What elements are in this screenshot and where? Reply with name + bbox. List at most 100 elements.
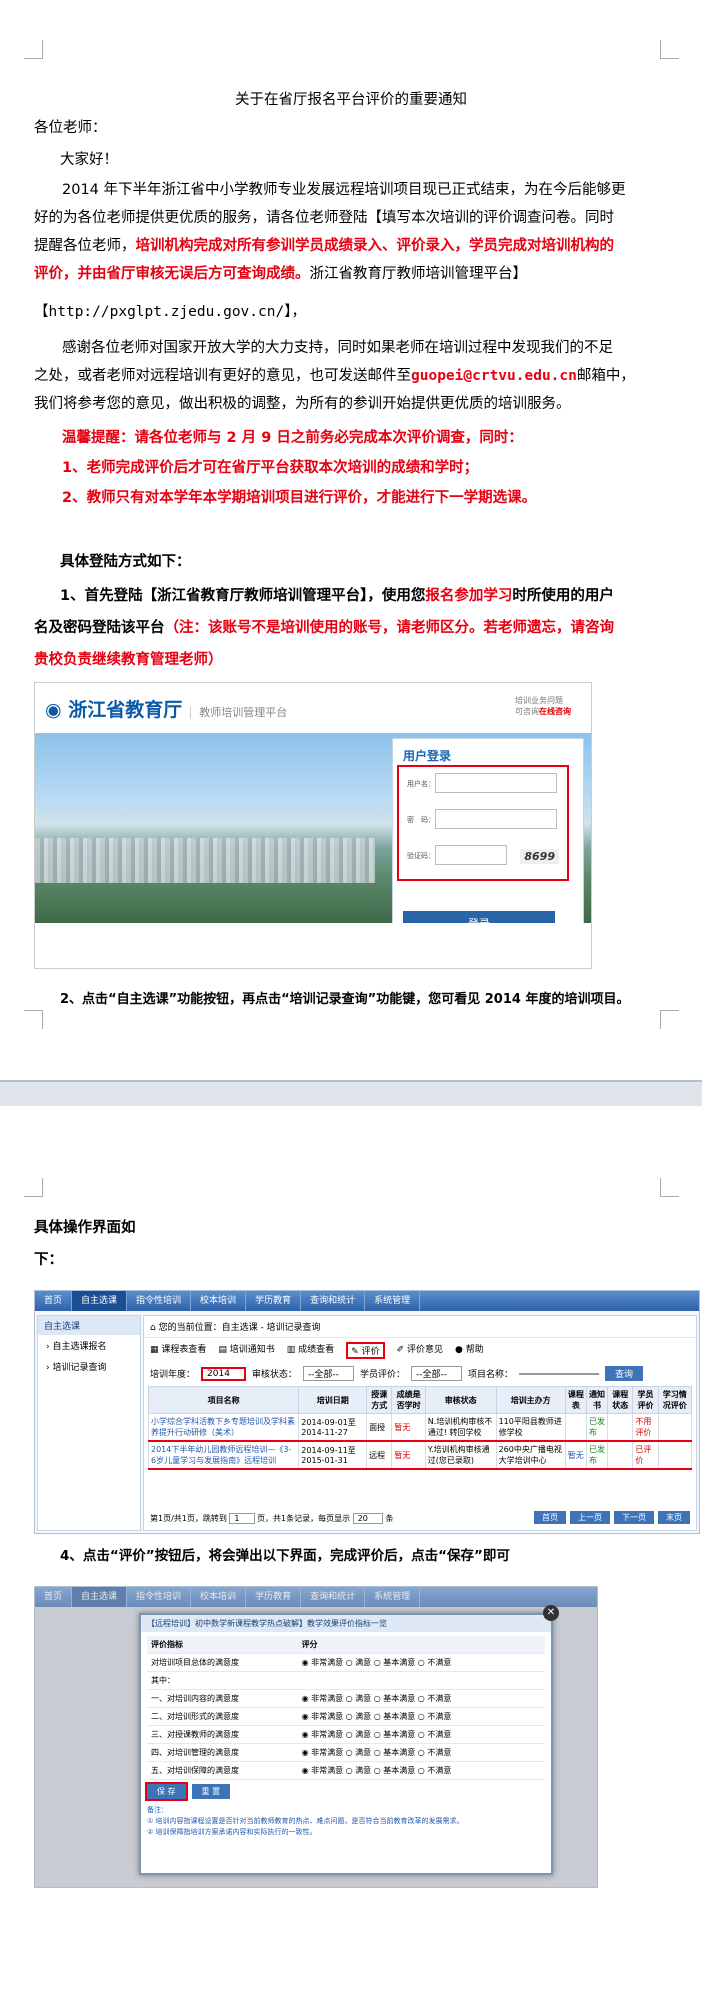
- record-list-screenshot: 首页 自主选课 指令性培训 校本培训 学历教育 查询和统计 系统管理 自主选课 …: [34, 1290, 700, 1534]
- nav-stats[interactable]: 查询和统计: [301, 1291, 366, 1311]
- login-heading: 具体登陆方式如下：: [60, 554, 191, 570]
- sidebar-item-records[interactable]: › 培训记录查询: [38, 1356, 140, 1377]
- document-page-1: 关于在省厅报名平台评价的重要通知 各位老师： 大家好！ 2014 年下半年浙江省…: [0, 0, 702, 1080]
- next-page-button[interactable]: 下一页: [614, 1511, 654, 1524]
- nav-directive[interactable]: 指令性培训: [127, 1291, 192, 1311]
- step1-line2: 名及密码登陆该平台（注：该账号不是培训使用的账号，请老师区分。若老师遗忘，请咨询: [34, 620, 614, 636]
- table-row[interactable]: 小学综合学科活教下乡专题培训及学科素养提升行动研修（美术） 2014-09-01至…: [147, 1413, 693, 1442]
- document-title: 关于在省厅报名平台评价的重要通知: [235, 92, 467, 108]
- warm-reminder: 温馨提醒：请各位老师与 2 月 9 日之前务必完成本次评价调查，同时：: [62, 430, 523, 446]
- top-nav: 首页 自主选课 指令性培训 校本培训 学历教育 查询和统计 系统管理: [35, 1291, 699, 1311]
- online-consult-link[interactable]: 在线咨询: [539, 707, 571, 716]
- step4: 4、点击“评价”按钮后，将会弹出以下界面，完成评价后，点击“保存”即可: [60, 1548, 510, 1564]
- password-input[interactable]: [435, 809, 557, 829]
- prev-page-button[interactable]: 上一页: [570, 1511, 610, 1524]
- audit-label: 审核状态：: [251, 1370, 297, 1380]
- sidebar-item-enroll[interactable]: › 自主选课报名: [38, 1335, 140, 1356]
- year-select[interactable]: 2014: [201, 1366, 246, 1381]
- portal-logo: ◉ 浙江省教育厅 教师培训管理平台: [45, 699, 288, 721]
- platform-url[interactable]: 【http://pxglpt.zjedu.gov.cn/】，: [34, 302, 306, 322]
- close-icon[interactable]: ✕: [543, 1605, 559, 1621]
- save-button[interactable]: 保 存: [145, 1782, 188, 1801]
- evaluation-screenshot: 首页 自主选课 指令性培训 校本培训 学历教育 查询和统计 系统管理 ✕ 【远程培训】初中数…: [34, 1586, 598, 1888]
- project-label: 项目名称：: [467, 1370, 513, 1380]
- captcha-label: 验证码：: [407, 852, 435, 860]
- login-panel: 用户登录 用户名： 密 码： 验证码： 8699 登录: [392, 738, 584, 937]
- filter-bar: 培训年度： 2014 审核状态： --全部-- 学员评价： --全部-- 项目名…: [144, 1363, 696, 1384]
- rating-row[interactable]: 一、对培训内容的满意度 ◉ 非常满意 ○ 满意 ○ 基本满意 ○ 不满意: [147, 1689, 545, 1708]
- op-heading-line2: 下：: [34, 1252, 63, 1268]
- table-row[interactable]: 2014下半年幼儿园教师远程培训—《3-6岁儿童学习与发展指南》远程培训 2014…: [147, 1440, 693, 1470]
- page-corner-mark: [24, 1178, 43, 1197]
- login-highlight-box: 用户名： 密 码： 验证码： 8699: [397, 765, 569, 881]
- help-info: 培训业务问题 可咨询在线咨询: [515, 696, 571, 716]
- home-icon: ⌂: [150, 1323, 159, 1333]
- username-input[interactable]: [435, 773, 557, 793]
- evaluate-button[interactable]: ✎ 评价: [346, 1342, 385, 1359]
- page-corner-mark: [24, 40, 43, 59]
- para2-line1: 感谢各位老师对国家开放大学的大力支持，同时如果老师在培训过程中发现我们的不足: [62, 340, 613, 356]
- page-corner-mark: [660, 1178, 679, 1197]
- pager: 第1页/共1页，跳转到 1 页，共1条记录，每页显示 20 条 首页 上一页 下…: [150, 1511, 690, 1524]
- hello: 大家好！: [60, 152, 118, 168]
- reset-button[interactable]: 重 置: [191, 1784, 231, 1799]
- main-panel: ⌂ 您的当前位置：自主选课 - 培训记录查询 ▦ 课程表查看 ▤ 培训通知书 ▥…: [143, 1315, 697, 1531]
- warm-item-1: 1、老师完成评价后才可在省厅平台获取本次培训的成绩和学时；: [62, 460, 479, 476]
- rating-row[interactable]: 二、对培训形式的满意度 ◉ 非常满意 ○ 满意 ○ 基本满意 ○ 不满意: [147, 1707, 545, 1726]
- nav-system[interactable]: 系统管理: [365, 1291, 421, 1311]
- opinion-button[interactable]: ✐ 评价意见: [397, 1342, 443, 1359]
- warm-item-2: 2、教师只有对本学年本学期培训项目进行评价，才能进行下一学期选课。: [62, 490, 537, 506]
- captcha-input[interactable]: [435, 845, 507, 865]
- nav-self-select[interactable]: 自主选课: [72, 1291, 128, 1311]
- breadcrumb: ⌂ 您的当前位置：自主选课 - 培训记录查询: [144, 1316, 696, 1338]
- dialog-notes: 备注： ① 培训内容指课程设置是否针对当前教师教育的热点、难点问题，是否符合当前…: [147, 1806, 464, 1836]
- para2-line2: 之处，或者老师对远程培训有更好的意见，也可发送邮件至guopei@crtvu.e…: [34, 368, 635, 384]
- rating-row[interactable]: 五、对培训保障的满意度 ◉ 非常满意 ○ 满意 ○ 基本满意 ○ 不满意: [147, 1761, 545, 1780]
- first-page-button[interactable]: 首页: [534, 1511, 566, 1524]
- evaluation-dialog: ✕ 【远程培训】初中数学新课程教学热点破解】教学效果评价指标一览 评价指标 评分 …: [139, 1605, 559, 1875]
- rating-row[interactable]: 三、对授课教师的满意度 ◉ 非常满意 ○ 满意 ○ 基本满意 ○ 不满意: [147, 1725, 545, 1744]
- para2-line3: 我们将参考您的意见，做出积极的调整，为所有的参训开始提供更优质的培训服务。: [34, 396, 571, 412]
- record-table: 项目名称 培训日期 授课方式 成绩是否学时 审核状态 培训主办方 课程表 通知书 课程状态 学员评…: [147, 1386, 693, 1470]
- captcha-image[interactable]: 8699: [520, 849, 559, 864]
- page-corner-mark: [24, 1010, 43, 1029]
- query-button[interactable]: 查询: [604, 1366, 643, 1381]
- step1-line3: 贵校负责继续教育管理老师）: [34, 652, 223, 668]
- step2: 2、点击“自主选课”功能按钮，再点击“培训记录查询”功能键，您可看见 2014 …: [60, 992, 630, 1007]
- rating-row[interactable]: 四、对培训管理的满意度 ◉ 非常满意 ○ 满意 ○ 基本满意 ○ 不满意: [147, 1743, 545, 1762]
- toolbar: ▦ 课程表查看 ▤ 培训通知书 ▥ 成绩查看 ✎ 评价 ✐ 评价意见 ● 帮助: [144, 1338, 696, 1363]
- para1-line3: 提醒各位老师，培训机构完成对所有参训学员成绩录入、评价录入，学员完成对培训机构的: [34, 238, 614, 254]
- notice-button[interactable]: ▤ 培训通知书: [218, 1342, 274, 1359]
- help-button[interactable]: ● 帮助: [455, 1342, 484, 1359]
- para1-line1: 2014 年下半年浙江省中小学教师专业发展远程培训项目现已正式结束，为在今后能够…: [62, 182, 626, 198]
- nav-school[interactable]: 校本培训: [191, 1291, 247, 1311]
- sidebar: 自主选课 › 自主选课报名 › 培训记录查询: [37, 1315, 141, 1531]
- greeting: 各位老师：: [34, 120, 107, 136]
- page-corner-mark: [660, 40, 679, 59]
- para1-line4: 评价，并由省厅审核无误后方可查询成绩。浙江省教育厅教师培训管理平台】: [34, 266, 527, 282]
- score-button[interactable]: ▥ 成绩查看: [287, 1342, 334, 1359]
- email-link[interactable]: guopei@crtvu.edu.cn: [411, 368, 577, 384]
- page-input[interactable]: 1: [229, 1513, 255, 1524]
- top-nav-dimmed: 首页 自主选课 指令性培训 校本培训 学历教育 查询和统计 系统管理: [35, 1587, 597, 1607]
- password-label: 密 码：: [407, 816, 435, 824]
- schedule-button[interactable]: ▦ 课程表查看: [150, 1342, 206, 1359]
- portal-header: ◉ 浙江省教育厅 教师培训管理平台 培训业务问题 可咨询在线咨询: [35, 683, 591, 734]
- page-size-input[interactable]: 20: [352, 1513, 383, 1524]
- para1-line2: 好的为各位老师提供更优质的服务，请各位老师登陆【填写本次培训的评价调查问卷。同时: [34, 210, 614, 226]
- step1-line1: 1、首先登陆【浙江省教育厅教师培训管理平台】，使用您报名参加学习时所使用的用户: [60, 588, 614, 604]
- page-corner-mark: [660, 1010, 679, 1029]
- op-heading-line1: 具体操作界面如: [34, 1220, 136, 1236]
- year-label: 培训年度：: [150, 1370, 196, 1380]
- dialog-title: 【远程培训】初中数学新课程教学热点破解】教学效果评价指标一览: [141, 1615, 551, 1632]
- nav-home[interactable]: 首页: [35, 1291, 73, 1311]
- score-select[interactable]: --全部--: [410, 1366, 462, 1381]
- login-screenshot: ◉ 浙江省教育厅 教师培训管理平台 培训业务问题 可咨询在线咨询 用户登录 用户名…: [34, 682, 592, 969]
- evaluation-table: 评价指标 评分 对培训项目总体的满意度 ◉ 非常满意 ○ 满意 ○ 基本满意 ○ 不…: [147, 1636, 545, 1780]
- audit-select[interactable]: --全部--: [302, 1366, 354, 1381]
- project-input[interactable]: [518, 1372, 599, 1375]
- last-page-button[interactable]: 末页: [658, 1511, 690, 1524]
- nav-degree[interactable]: 学历教育: [246, 1291, 302, 1311]
- username-label: 用户名：: [407, 780, 435, 788]
- login-title: 用户登录: [403, 749, 452, 763]
